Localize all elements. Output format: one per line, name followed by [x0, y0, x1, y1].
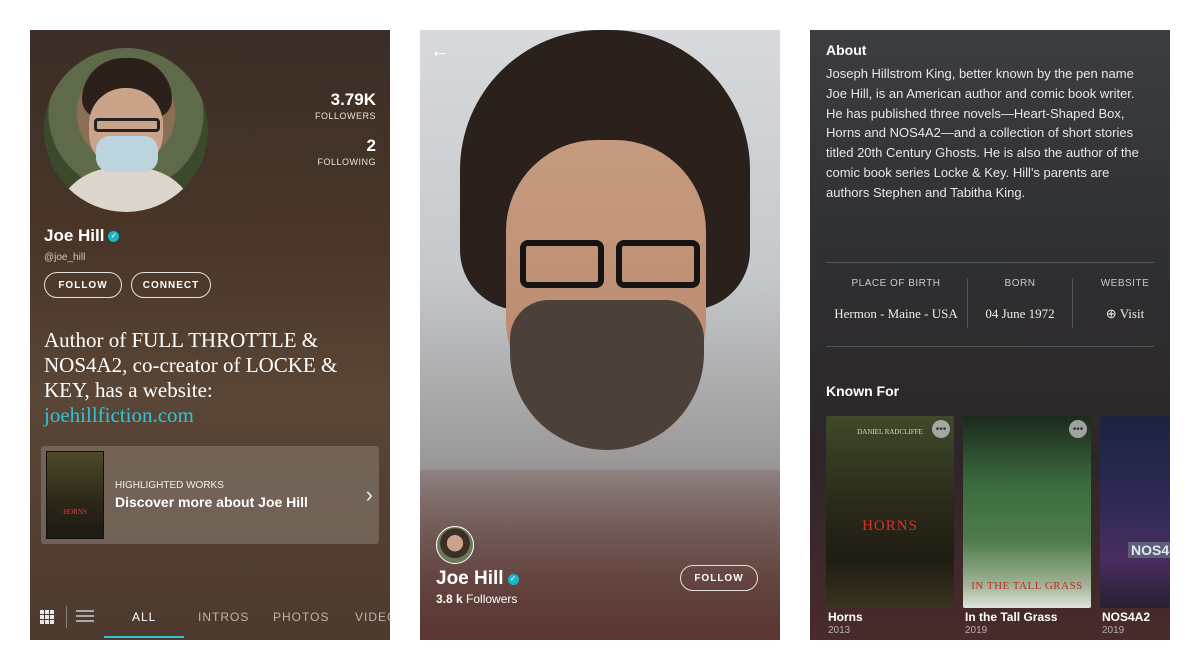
more-options-icon[interactable]: •••	[1069, 420, 1087, 438]
fact-place-value: Hermon - Maine - USA	[834, 306, 958, 321]
list-view-icon[interactable]	[76, 610, 94, 624]
website-visit-text: Visit	[1119, 306, 1145, 321]
known-for-title[interactable]: NOS4A2	[1102, 610, 1150, 624]
chevron-right-icon[interactable]: ›	[366, 482, 373, 508]
hero-panel: ← Joe Hill ✓ 3.8 k Followers FOLLOW	[420, 30, 780, 640]
tab-video[interactable]: VIDEO	[355, 610, 390, 624]
hero-name-row: Joe Hill ✓	[436, 568, 519, 590]
highlight-title: Discover more about Joe Hill	[115, 494, 308, 510]
facts-bottom-divider	[826, 346, 1154, 347]
bio-website-link[interactable]: joehillfiction.com	[44, 403, 194, 427]
profile-name: Joe Hill	[44, 226, 105, 245]
content-tabbar: ALL INTROS PHOTOS VIDEO	[30, 600, 390, 640]
followers-count[interactable]: 3.79K	[331, 90, 376, 110]
about-text: Joseph Hillstrom King, better known by t…	[826, 66, 1139, 200]
hero-name: Joe Hill	[436, 568, 504, 589]
known-for-card-tall-grass[interactable]: IN THE TALL GRASS •••	[963, 416, 1091, 608]
profile-bio: Author of FULL THROTTLE & NOS4A2, co-cre…	[44, 328, 364, 428]
hero-avatar[interactable]	[436, 526, 474, 564]
following-label: FOLLOWING	[317, 157, 376, 167]
fact-website-link[interactable]: ⊕ Visit	[1073, 306, 1170, 322]
profile-name-row: Joe Hill ✓	[44, 226, 120, 246]
fact-born-label: BORN	[1004, 278, 1036, 289]
active-tab-indicator	[104, 636, 184, 638]
fact-website-label: WEBSITE	[1100, 278, 1150, 289]
about-panel: About Joseph Hillstrom King, better know…	[810, 30, 1170, 640]
tab-intros[interactable]: INTROS	[198, 610, 249, 624]
highlight-poster: HORNS	[46, 451, 104, 539]
following-count[interactable]: 2	[367, 136, 376, 156]
tab-divider	[66, 606, 67, 628]
known-for-year: 2019	[1102, 625, 1125, 636]
bio-text: Author of FULL THROTTLE & NOS4A2, co-cre…	[44, 328, 338, 402]
hero-followers: 3.8 k Followers	[436, 592, 517, 606]
follow-button[interactable]: FOLLOW	[44, 272, 122, 298]
known-for-year: 2013	[828, 625, 851, 636]
grid-view-icon[interactable]	[40, 610, 54, 624]
known-for-card-horns[interactable]: DANIEL RADCLIFFE HORNS •••	[826, 416, 954, 608]
hero-follow-button[interactable]: FOLLOW	[680, 565, 758, 591]
facts-top-divider	[826, 262, 1154, 263]
known-for-card-nos4a2[interactable]: NOS4	[1100, 416, 1170, 608]
fact-place-label: PLACE OF BIRTH	[851, 278, 941, 289]
profile-avatar[interactable]	[44, 48, 208, 212]
verified-badge-icon: ✓	[108, 230, 120, 242]
profile-handle: @joe_hill	[44, 252, 86, 263]
globe-icon: ⊕	[1105, 306, 1117, 321]
tab-photos[interactable]: PHOTOS	[273, 610, 329, 624]
highlight-poster-title: HORNS	[63, 508, 87, 516]
more-options-icon[interactable]: •••	[932, 420, 950, 438]
tab-all[interactable]: ALL	[132, 610, 156, 624]
known-for-heading: Known For	[826, 383, 900, 399]
known-for-title[interactable]: Horns	[828, 610, 863, 624]
highlight-label: HIGHLIGHTED WORKS	[115, 480, 224, 491]
poster-title-text: HORNS	[862, 518, 918, 534]
poster-title-text: IN THE TALL GRASS	[971, 580, 1083, 592]
verified-badge-icon: ✓	[507, 573, 519, 585]
known-for-title[interactable]: In the Tall Grass	[965, 610, 1057, 624]
followers-label: FOLLOWERS	[314, 111, 376, 121]
fact-born-value: 04 June 1972	[985, 306, 1055, 321]
connect-button[interactable]: CONNECT	[131, 272, 211, 298]
known-for-year: 2019	[965, 625, 988, 636]
about-heading: About	[826, 42, 867, 58]
hero-followers-label: Followers	[466, 592, 518, 606]
poster-title-text: NOS4	[1128, 542, 1170, 558]
hero-followers-count: 3.8 k	[436, 592, 463, 606]
highlighted-works-card[interactable]: HORNS HIGHLIGHTED WORKS Discover more ab…	[41, 446, 379, 544]
arrow-left-icon[interactable]: ←	[430, 40, 450, 63]
profile-panel: 3.79K FOLLOWERS 2 FOLLOWING Joe Hill ✓ @…	[30, 30, 390, 640]
